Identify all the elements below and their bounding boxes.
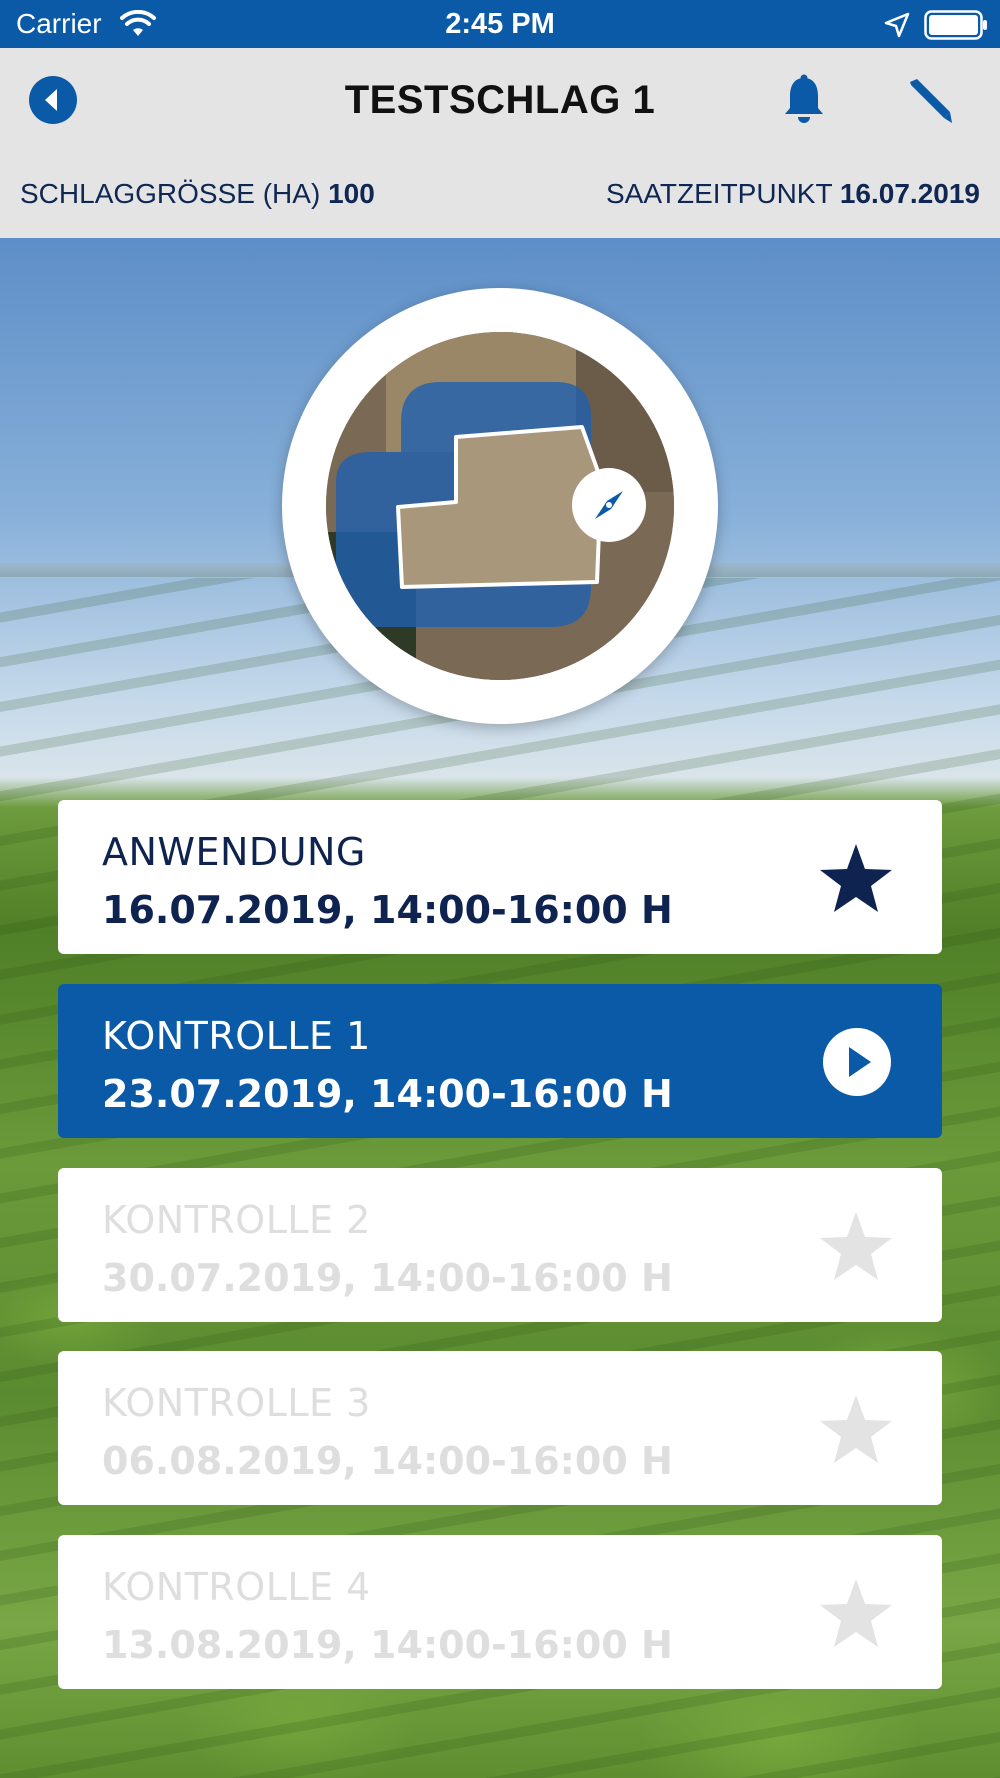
nav-bar: TESTSCHLAG 1 SCHLAGGRÖSSE (HA) 100 SAATZ… <box>0 48 1000 238</box>
sowing-date-value: 16.07.2019 <box>839 178 980 209</box>
sowing-date-label: SAATZEITPUNKT <box>605 178 833 209</box>
compass-button[interactable] <box>572 468 646 542</box>
session-title: ANWENDUNG <box>102 830 366 874</box>
field-size-label: SCHLAGGRÖSSE (HA) <box>20 178 321 209</box>
star-icon <box>820 1395 892 1463</box>
session-card-kontrolle-3: KONTROLLE 3 06.08.2019, 14:00-16:00 H <box>58 1351 942 1505</box>
session-title: KONTROLLE 2 <box>102 1198 371 1242</box>
pencil-icon[interactable] <box>904 76 954 126</box>
session-title: KONTROLLE 3 <box>102 1381 371 1425</box>
session-date: 23.07.2019, 14:00-16:00 H <box>102 1072 673 1116</box>
star-icon <box>820 1579 892 1647</box>
session-date: 30.07.2019, 14:00-16:00 H <box>102 1256 673 1300</box>
field-size-value: 100 <box>328 178 375 209</box>
star-icon <box>820 1212 892 1280</box>
location-arrow-icon <box>884 12 910 38</box>
sowing-date-info: SAATZEITPUNKT 16.07.2019 <box>606 178 980 210</box>
star-icon <box>820 844 892 912</box>
session-date: 06.08.2019, 14:00-16:00 H <box>102 1439 673 1483</box>
battery-icon <box>924 10 987 40</box>
session-date: 16.07.2019, 14:00-16:00 H <box>102 888 673 932</box>
session-card-anwendung[interactable]: ANWENDUNG 16.07.2019, 14:00-16:00 H <box>58 800 942 954</box>
session-date: 13.08.2019, 14:00-16:00 H <box>102 1623 673 1667</box>
play-icon[interactable] <box>818 1026 894 1098</box>
status-bar: Carrier 2:45 PM <box>0 0 1000 48</box>
page-title: TESTSCHLAG 1 <box>344 78 656 122</box>
bell-icon[interactable] <box>780 74 828 126</box>
session-title: KONTROLLE 1 <box>102 1014 371 1058</box>
compass-icon <box>595 491 623 519</box>
session-card-kontrolle-2: KONTROLLE 2 30.07.2019, 14:00-16:00 H <box>58 1168 942 1322</box>
status-time: 2:45 PM <box>445 8 555 40</box>
field-size-info: SCHLAGGRÖSSE (HA) 100 <box>20 178 375 210</box>
session-card-kontrolle-4: KONTROLLE 4 13.08.2019, 14:00-16:00 H <box>58 1535 942 1689</box>
session-card-kontrolle-1[interactable]: KONTROLLE 1 23.07.2019, 14:00-16:00 H <box>58 984 942 1138</box>
session-title: KONTROLLE 4 <box>102 1565 371 1609</box>
